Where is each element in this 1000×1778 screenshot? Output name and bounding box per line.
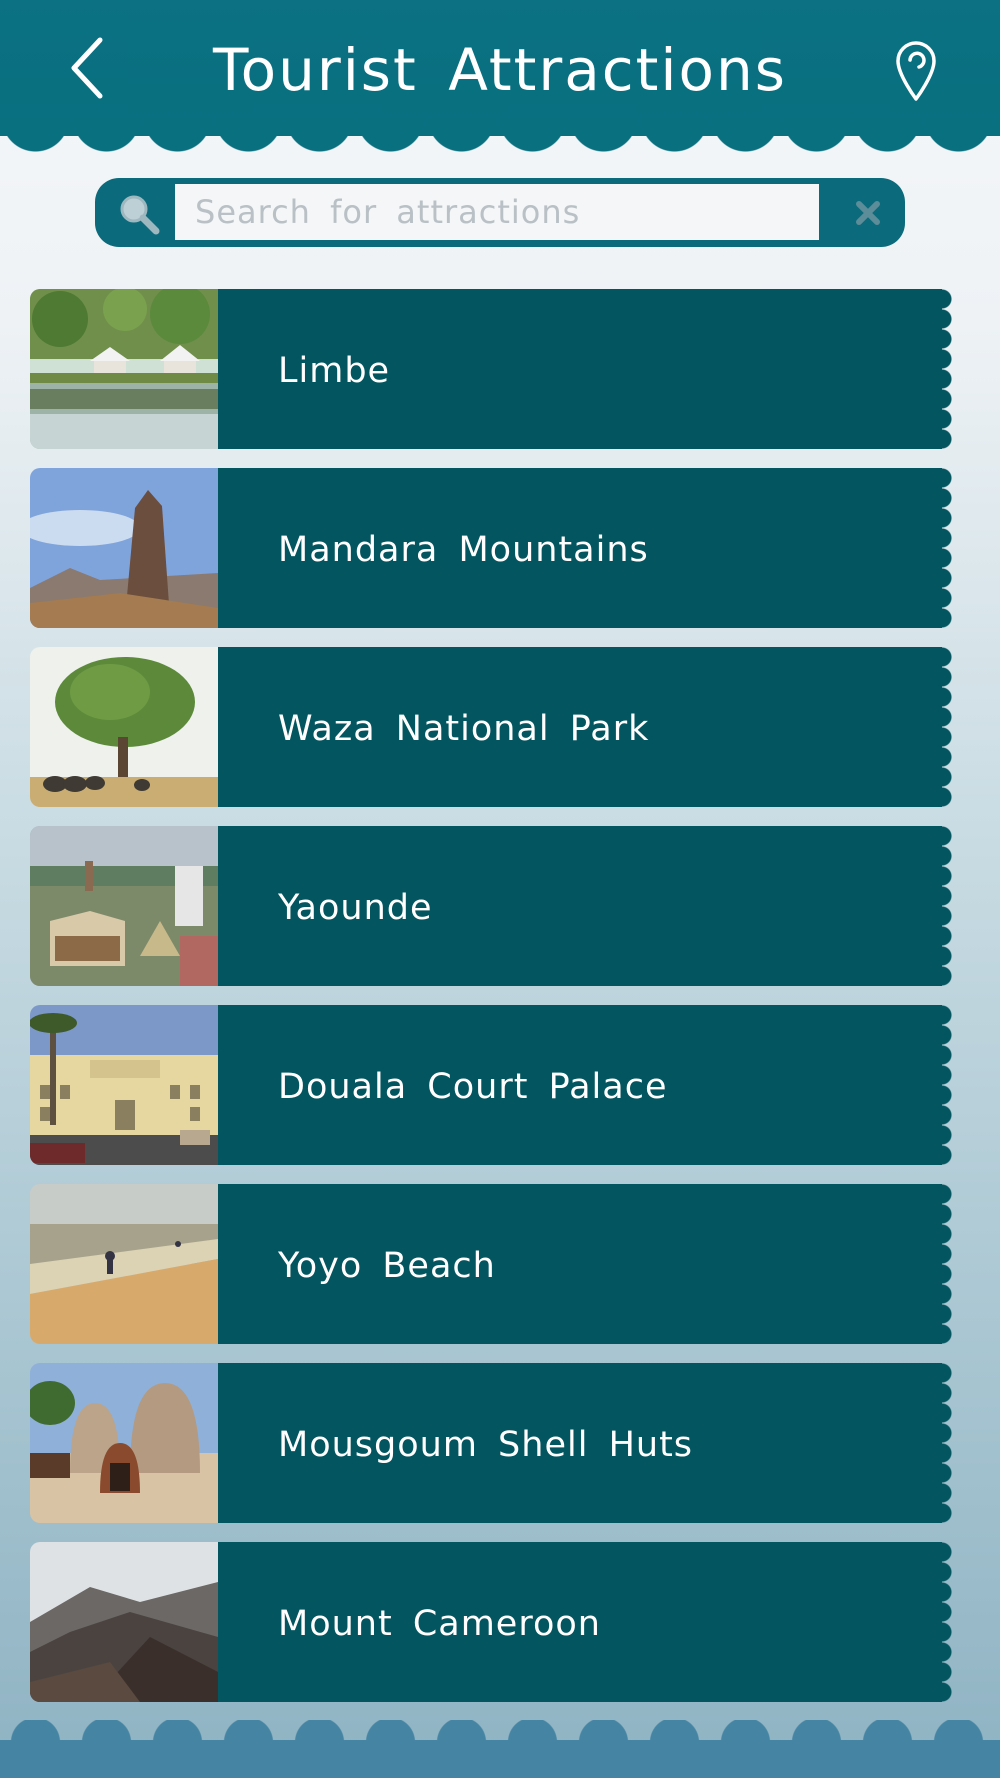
mandara-mountains-thumbnail: [30, 468, 218, 628]
list-item-label: Waza National Park: [278, 709, 650, 749]
footer-scalloped-edge: [0, 1720, 1000, 1742]
app-footer: [0, 1740, 1000, 1778]
search-bar: [95, 178, 905, 247]
list-item-mousgoum-shell-huts[interactable]: Mousgoum Shell Huts: [30, 1363, 958, 1523]
search-input[interactable]: [175, 184, 819, 240]
list-item-mount-cameroon[interactable]: Mount Cameroon: [30, 1542, 958, 1702]
list-item-mandara-mountains[interactable]: Mandara Mountains: [30, 468, 958, 628]
list-item-label: Mount Cameroon: [278, 1604, 601, 1644]
list-item-yoyo-beach[interactable]: Yoyo Beach: [30, 1184, 958, 1344]
search-icon[interactable]: [113, 188, 163, 238]
list-item-label: Yoyo Beach: [278, 1246, 496, 1286]
list-item-scalloped-edge: [938, 1184, 958, 1344]
waza-national-park-thumbnail: [30, 647, 218, 807]
list-item-waza-national-park[interactable]: Waza National Park: [30, 647, 958, 807]
yoyo-beach-thumbnail: [30, 1184, 218, 1344]
mousgoum-shell-huts-thumbnail: [30, 1363, 218, 1523]
list-item-label: Limbe: [278, 351, 391, 391]
map-pin-icon: [896, 41, 936, 101]
list-item-label: Mandara Mountains: [278, 530, 649, 570]
page-title: Tourist Attractions: [213, 36, 787, 104]
location-button[interactable]: [880, 30, 952, 110]
list-item-scalloped-edge: [938, 826, 958, 986]
list-item-label: Yaounde: [278, 888, 433, 928]
list-item-scalloped-edge: [938, 1542, 958, 1702]
chevron-left-icon: [71, 37, 103, 99]
mount-cameroon-thumbnail: [30, 1542, 218, 1702]
yaounde-thumbnail: [30, 826, 218, 986]
list-item-scalloped-edge: [938, 1363, 958, 1523]
list-item-label: Mousgoum Shell Huts: [278, 1425, 694, 1465]
clear-search-button[interactable]: [843, 188, 893, 238]
list-item-douala-court-palace[interactable]: Douala Court Palace: [30, 1005, 958, 1165]
list-item-scalloped-edge: [938, 468, 958, 628]
header-scalloped-edge: [0, 118, 1000, 152]
list-item-scalloped-edge: [938, 1005, 958, 1165]
list-item-label: Douala Court Palace: [278, 1067, 668, 1107]
list-item-scalloped-edge: [938, 289, 958, 449]
close-icon: [856, 201, 880, 225]
back-button[interactable]: [56, 30, 116, 106]
list-item-yaounde[interactable]: Yaounde: [30, 826, 958, 986]
limbe-thumbnail: [30, 289, 218, 449]
list-item-scalloped-edge: [938, 647, 958, 807]
list-item-limbe[interactable]: Limbe: [30, 289, 958, 449]
douala-court-palace-thumbnail: [30, 1005, 218, 1165]
